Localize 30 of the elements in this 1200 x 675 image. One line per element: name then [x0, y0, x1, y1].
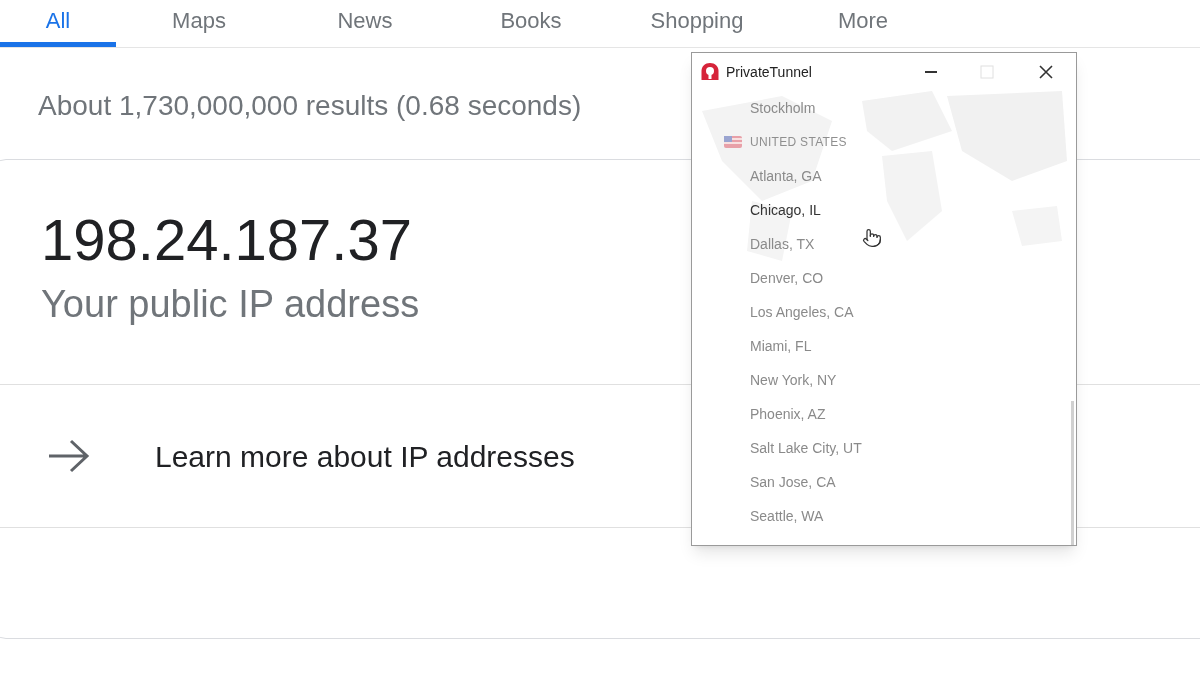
- window-title: PrivateTunnel: [726, 62, 812, 82]
- arrow-icon: [47, 438, 91, 474]
- scrollbar[interactable]: [1071, 401, 1074, 545]
- search-tab[interactable]: News: [282, 0, 448, 47]
- result-stats: About 1,730,000,000 results (0.68 seconds): [38, 89, 582, 123]
- country-heading: UNITED STATES: [750, 134, 847, 151]
- location-item[interactable]: Dallas, TX: [750, 233, 815, 255]
- close-icon[interactable]: [1038, 64, 1054, 80]
- location-item[interactable]: Los Angeles, CA: [750, 301, 854, 323]
- location-item[interactable]: New York, NY: [750, 369, 837, 391]
- location-item[interactable]: Denver, CO: [750, 267, 824, 289]
- app-logo-icon: [700, 62, 720, 82]
- hand-cursor-icon: [862, 226, 882, 250]
- ip-caption: Your public IP address: [41, 282, 420, 327]
- search-tab[interactable]: Books: [448, 0, 614, 47]
- location-item[interactable]: San Jose, CA: [750, 471, 836, 493]
- location-item[interactable]: Seattle, WA: [750, 505, 824, 527]
- location-item[interactable]: Atlanta, GA: [750, 165, 822, 187]
- search-tab[interactable]: More: [780, 0, 946, 47]
- location-item[interactable]: Miami, FL: [750, 335, 812, 357]
- learn-more-link[interactable]: Learn more about IP addresses: [155, 433, 575, 479]
- flag-icon: [724, 136, 742, 148]
- location-item[interactable]: Phoenix, AZ: [750, 403, 826, 425]
- search-tab[interactable]: All: [0, 0, 116, 47]
- location-item[interactable]: Salt Lake City, UT: [750, 437, 862, 459]
- location-item[interactable]: Stockholm: [750, 97, 816, 119]
- location-item[interactable]: Chicago, IL: [750, 199, 821, 221]
- ip-address: 198.24.187.37: [41, 206, 412, 274]
- search-tab[interactable]: Maps: [116, 0, 282, 47]
- search-tab[interactable]: Shopping: [614, 0, 780, 47]
